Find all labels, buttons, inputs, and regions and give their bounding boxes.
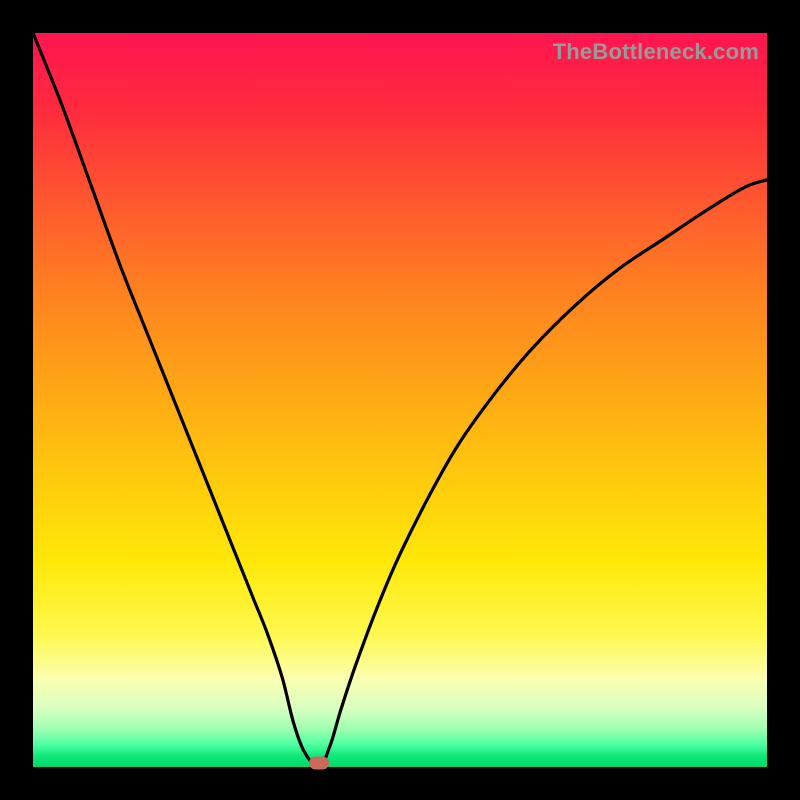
bottleneck-curve	[33, 33, 767, 767]
chart-frame: TheBottleneck.com	[0, 0, 800, 800]
optimum-marker	[309, 757, 329, 770]
plot-area: TheBottleneck.com	[33, 33, 767, 767]
